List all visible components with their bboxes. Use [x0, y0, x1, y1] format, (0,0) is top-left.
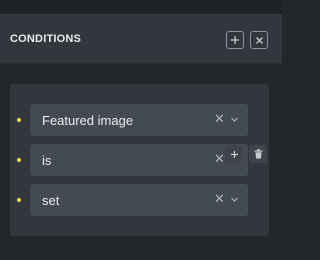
panel-title: CONDITIONS — [10, 33, 82, 45]
add-condition-button[interactable] — [225, 145, 243, 163]
plus-icon — [230, 150, 238, 158]
close-conditions-button[interactable] — [250, 31, 268, 49]
top-strip — [0, 0, 282, 14]
clear-icon[interactable]: ✕ — [214, 192, 225, 206]
delete-condition-button[interactable] — [249, 145, 267, 163]
trash-icon — [254, 149, 262, 159]
clear-icon[interactable]: ✕ — [214, 152, 225, 166]
condition-operator-select[interactable]: is ✕ — [30, 144, 248, 176]
bullet-dot — [17, 118, 21, 122]
condition-field-select[interactable]: Featured image ✕ — [30, 104, 248, 136]
condition-row: Featured image ✕ — [10, 104, 269, 136]
select-value: is — [42, 153, 52, 168]
chevron-down-icon — [231, 117, 238, 122]
conditions-header: CONDITIONS — [0, 14, 282, 64]
condition-row: set ✕ — [10, 184, 269, 216]
chevron-down-icon — [231, 197, 238, 202]
close-icon — [255, 36, 263, 44]
bullet-dot — [17, 158, 21, 162]
select-value: set — [42, 193, 60, 208]
plus-icon — [231, 36, 239, 44]
bullet-dot — [17, 198, 21, 202]
select-value: Featured image — [42, 113, 134, 128]
condition-value-select[interactable]: set ✕ — [30, 184, 248, 216]
clear-icon[interactable]: ✕ — [214, 112, 225, 126]
add-condition-group-button[interactable] — [226, 31, 244, 49]
